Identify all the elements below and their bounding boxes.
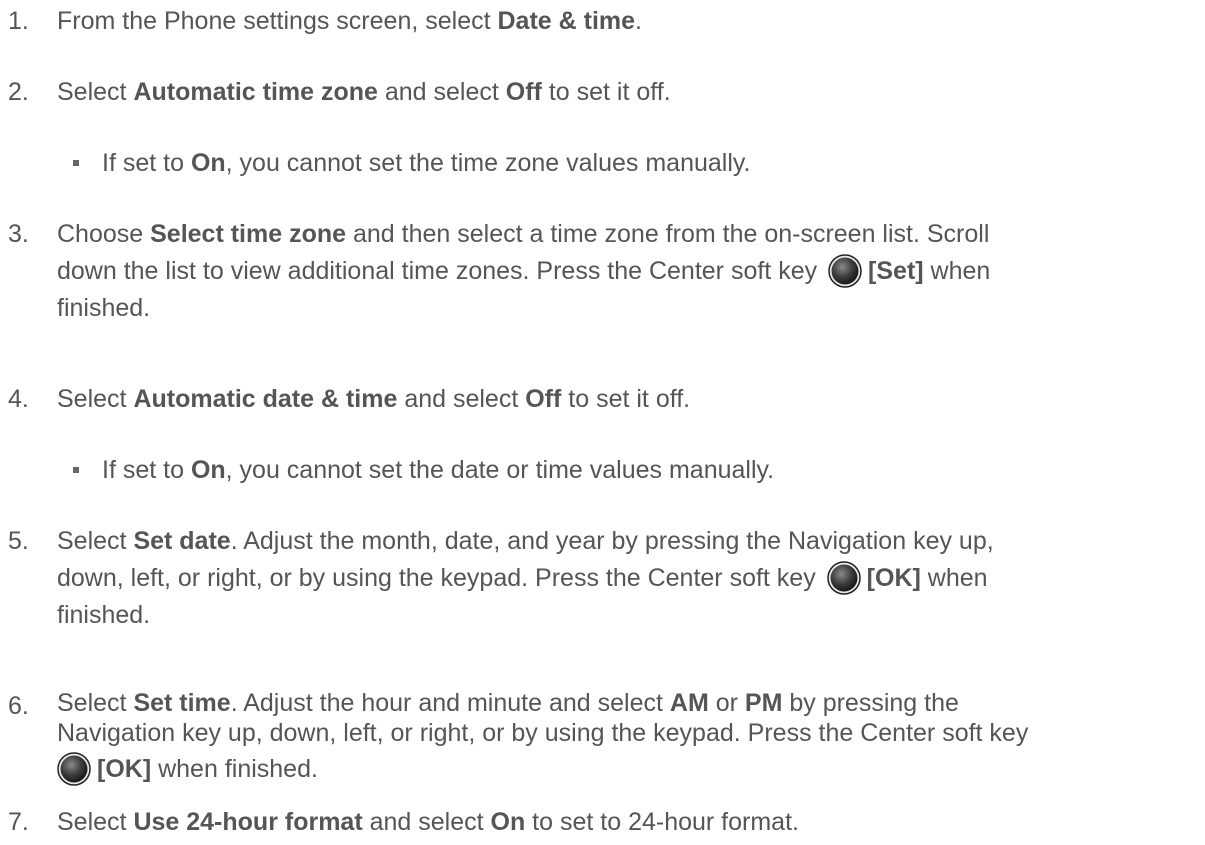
text-run: Select	[57, 527, 134, 555]
step-number: 3.	[8, 220, 29, 248]
text-run: to set it off.	[541, 78, 671, 106]
text-run: Select	[57, 689, 134, 717]
text-run: when	[923, 257, 991, 285]
bold-term: Automatic time zone	[133, 78, 378, 106]
text-run: Select	[57, 385, 134, 413]
text-run: . Adjust the month, date, and year by pr…	[230, 527, 994, 555]
text-run: Select	[57, 78, 134, 106]
center-soft-key-icon	[57, 752, 91, 786]
step-number: 6.	[8, 692, 29, 720]
text-run: If set to	[102, 149, 191, 177]
text-run: down the list to view additional time zo…	[57, 257, 825, 285]
bold-term: [OK]	[866, 564, 921, 592]
center-soft-key-icon	[828, 254, 862, 288]
bold-term: Off	[505, 78, 542, 106]
bullet-text: If set to On, you cannot set the time zo…	[102, 145, 1193, 182]
text-run: when finished.	[151, 755, 318, 783]
center-soft-key-icon	[826, 561, 861, 595]
step-number: 2.	[8, 78, 29, 106]
text-run: Select	[57, 808, 134, 836]
text-run: and select	[397, 385, 526, 413]
step-text: Select Automatic date & time and select …	[57, 381, 1193, 418]
text-run: and select	[377, 78, 506, 106]
text-run: by pressing the	[782, 689, 959, 717]
step-text: From the Phone settings screen, select D…	[57, 3, 1193, 40]
bold-term: [Set]	[868, 257, 924, 285]
text-run: , you cannot set the date or time values…	[225, 456, 775, 484]
bold-term: Use 24-hour format	[133, 808, 363, 836]
text-line: down, left, or right, or by using the ke…	[57, 560, 1193, 597]
text-run: If set to	[102, 456, 191, 484]
text-run: . Adjust the hour and minute and select	[230, 689, 670, 717]
bold-term: Off	[525, 385, 562, 413]
bold-term: AM	[669, 689, 709, 717]
text-run: , you cannot set the time zone values ma…	[225, 149, 751, 177]
text-run: From the Phone settings screen, select	[57, 7, 498, 35]
text-line: Select Set time. Adjust the hour and min…	[57, 688, 1193, 718]
text-line: Navigation key up, down, left, or right,…	[57, 719, 1029, 747]
text-run: to set to 24-hour format.	[525, 808, 799, 836]
bullet-text: If set to On, you cannot set the date or…	[102, 452, 1193, 489]
text-line: Select Set date. Adjust the month, date,…	[57, 523, 1193, 560]
step-text: Select Set time. Adjust the hour and min…	[57, 688, 1193, 786]
text-run: down, left, or right, or by using the ke…	[57, 564, 823, 592]
square-bullet-icon	[73, 467, 79, 473]
text-line: finished.	[57, 601, 151, 629]
bold-term: On	[190, 456, 226, 484]
text-line: down the list to view additional time zo…	[57, 253, 1193, 290]
bold-term: Date & time	[497, 7, 636, 35]
text-run: to set it off.	[561, 385, 691, 413]
bold-term: PM	[744, 689, 783, 717]
bold-term: Automatic date & time	[133, 385, 398, 413]
square-bullet-icon	[73, 160, 79, 166]
text-line: finished.	[57, 294, 151, 322]
text-run: Choose	[57, 220, 151, 248]
text-line: [OK] when finished.	[57, 752, 1193, 786]
step-number: 7.	[8, 808, 29, 836]
step-text: Select Automatic time zone and select Of…	[57, 74, 1193, 111]
bold-term: Select time zone	[150, 220, 347, 248]
text-run: when	[920, 564, 988, 592]
step-text: Select Use 24-hour format and select On …	[57, 804, 1193, 841]
step-number: 4.	[8, 385, 29, 413]
step-text: Choose Select time zone and then select …	[57, 216, 1193, 327]
text-run: and select	[362, 808, 491, 836]
bold-term: [OK]	[97, 755, 152, 783]
text-run: and then select a time zone from the on-…	[346, 220, 990, 248]
text-line: Choose Select time zone and then select …	[57, 216, 1193, 253]
text-run: .	[635, 7, 642, 35]
text-run: or	[708, 689, 745, 717]
step-number: 1.	[8, 7, 29, 35]
step-text: Select Set date. Adjust the month, date,…	[57, 523, 1193, 634]
bold-term: Set time	[133, 689, 231, 717]
bold-term: On	[490, 808, 526, 836]
bold-term: Set date	[133, 527, 231, 555]
step-number: 5.	[8, 527, 29, 555]
bold-term: On	[190, 149, 226, 177]
